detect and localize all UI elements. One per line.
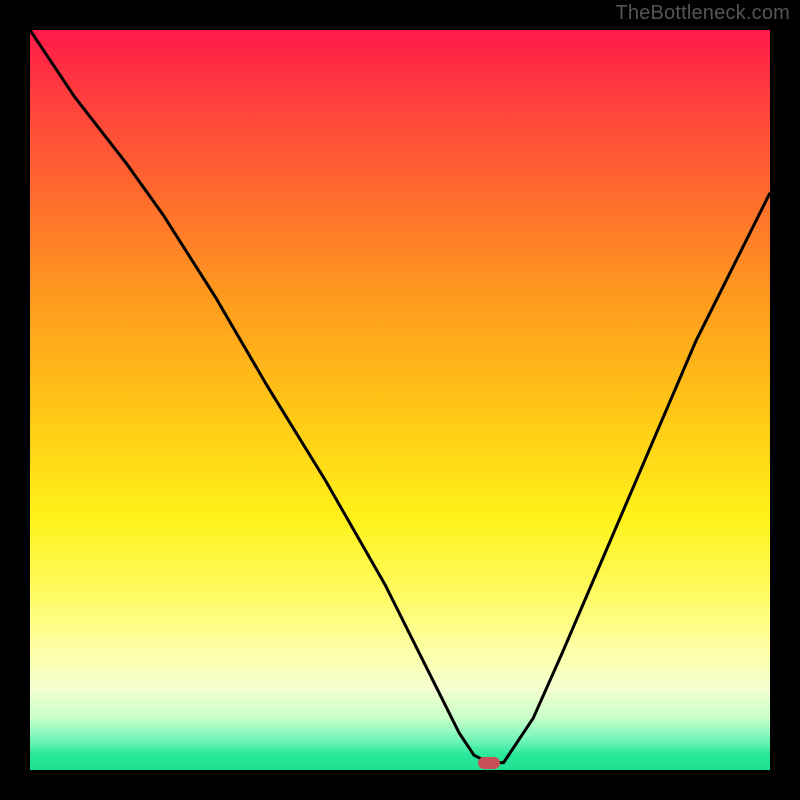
plot-area (30, 30, 770, 770)
watermark-text: TheBottleneck.com (615, 2, 790, 25)
chart-frame: TheBottleneck.com (0, 0, 800, 800)
bottleneck-curve (30, 30, 770, 770)
optimal-marker (478, 757, 500, 769)
curve-path (30, 30, 770, 763)
